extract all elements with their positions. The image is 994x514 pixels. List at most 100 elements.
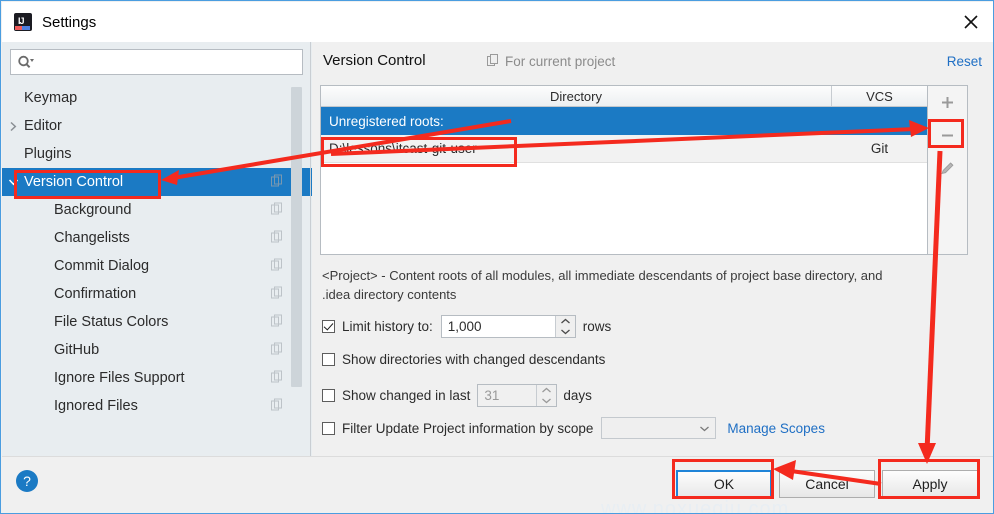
pane-divider <box>310 42 311 456</box>
settings-dialog: IJ Settings Keymap Editor Plugins Version <box>0 0 994 514</box>
sidebar-item-label: Commit Dialog <box>54 258 150 274</box>
add-mapping-button[interactable] <box>928 86 967 119</box>
sidebar-item-label: Ignore Files Support <box>54 370 185 386</box>
reset-link[interactable]: Reset <box>947 54 982 69</box>
show-changed-checkbox[interactable] <box>322 389 335 402</box>
limit-history-stepper[interactable] <box>440 315 576 338</box>
cell-vcs: Git <box>870 141 889 156</box>
apply-button[interactable]: Apply <box>882 470 978 498</box>
column-header-vcs[interactable]: VCS <box>832 86 927 106</box>
limit-history-label: Limit history to: <box>342 319 433 334</box>
description-line-2: .idea directory contents <box>322 287 457 302</box>
show-changed-suffix: days <box>563 388 592 403</box>
copy-icon <box>271 230 283 246</box>
scope-label: For current project <box>505 54 616 69</box>
sidebar-item-changelists[interactable]: Changelists <box>2 224 312 252</box>
intellij-idea-icon: IJ <box>14 13 32 31</box>
filter-update-row: Filter Update Project information by sco… <box>322 417 825 439</box>
manage-scopes-link[interactable]: Manage Scopes <box>727 421 825 436</box>
show-directories-row: Show directories with changed descendant… <box>322 352 605 367</box>
sidebar-scrollbar[interactable] <box>291 87 302 387</box>
show-directories-checkbox[interactable] <box>322 353 335 366</box>
description-text: <Project> - Content roots of all modules… <box>322 266 947 304</box>
page-title: Version Control <box>323 52 426 69</box>
ok-button[interactable]: OK <box>676 470 772 498</box>
show-changed-arrows[interactable] <box>536 385 557 407</box>
show-changed-row: Show changed in last days <box>322 384 592 407</box>
limit-history-arrows[interactable] <box>554 316 575 338</box>
limit-history-suffix: rows <box>582 319 612 334</box>
stepper-up-icon[interactable] <box>537 385 556 396</box>
stepper-up-icon[interactable] <box>556 316 575 327</box>
chevron-right-icon[interactable] <box>2 121 24 132</box>
scope-indicator: For current project <box>487 54 615 69</box>
stepper-down-icon[interactable] <box>537 396 556 407</box>
sidebar-item-label: Version Control <box>24 174 124 190</box>
sidebar-item-confirmation[interactable]: Confirmation <box>2 280 312 308</box>
sidebar-item-keymap[interactable]: Keymap <box>2 84 312 112</box>
copy-icon <box>271 202 283 218</box>
show-changed-input[interactable] <box>478 385 537 406</box>
sidebar-item-ignore-files-support[interactable]: Ignore Files Support <box>2 364 312 392</box>
settings-tree: Keymap Editor Plugins Version Control Backgr… <box>2 84 312 456</box>
sidebar-item-label: Keymap <box>24 90 78 106</box>
sidebar-item-ignored-files[interactable]: Ignored Files <box>2 392 312 420</box>
sidebar-item-file-status-colors[interactable]: File Status Colors <box>2 308 312 336</box>
copy-icon <box>271 398 283 414</box>
copy-icon <box>271 258 283 274</box>
limit-history-input[interactable] <box>441 316 555 337</box>
table-header: Directory VCS <box>321 86 927 107</box>
chevron-down-icon[interactable] <box>2 178 24 187</box>
watermark: www.noxueqiu.com <box>601 498 790 514</box>
sidebar-item-label: File Status Colors <box>54 314 169 330</box>
table-row[interactable]: D:\lessons\itcast-git-user Git <box>321 135 927 163</box>
sidebar-item-label: Plugins <box>24 146 72 162</box>
copy-icon <box>487 54 499 69</box>
settings-sidebar: Keymap Editor Plugins Version Control Backgr… <box>2 42 312 456</box>
remove-mapping-button[interactable] <box>928 119 967 152</box>
table-toolbar <box>928 85 968 255</box>
close-icon[interactable] <box>948 2 993 42</box>
limit-history-checkbox[interactable] <box>322 320 335 333</box>
table-group-row[interactable]: Unregistered roots: <box>321 107 927 135</box>
version-control-panel: Version Control For current project Rese… <box>312 42 993 456</box>
sidebar-item-github[interactable]: GitHub <box>2 336 312 364</box>
filter-update-checkbox[interactable] <box>322 421 335 435</box>
sidebar-item-commit-dialog[interactable]: Commit Dialog <box>2 252 312 280</box>
show-changed-label: Show changed in last <box>342 388 471 403</box>
search-input[interactable] <box>34 50 302 74</box>
directory-mappings-table: Directory VCS Unregistered roots: D:\less… <box>320 85 928 255</box>
search-icon <box>17 55 34 70</box>
window-title: Settings <box>42 13 97 31</box>
copy-icon <box>271 342 283 358</box>
sidebar-item-label: Ignored Files <box>54 398 138 414</box>
cell-directory: D:\lessons\itcast-git-user <box>329 141 477 156</box>
chevron-down-icon <box>693 425 715 432</box>
copy-icon <box>271 174 283 190</box>
sidebar-item-label: Editor <box>24 118 62 134</box>
copy-icon <box>271 370 283 386</box>
show-directories-label: Show directories with changed descendant… <box>342 352 606 367</box>
title-bar: IJ Settings <box>2 2 993 42</box>
copy-icon <box>271 286 283 302</box>
edit-pencil-icon[interactable] <box>928 152 967 185</box>
sidebar-item-label: Changelists <box>54 230 130 246</box>
help-icon[interactable]: ? <box>16 470 38 492</box>
column-header-directory[interactable]: Directory <box>321 86 832 106</box>
scope-select[interactable] <box>601 417 717 439</box>
stepper-down-icon[interactable] <box>556 327 575 338</box>
sidebar-item-label: GitHub <box>54 342 100 358</box>
sidebar-item-plugins[interactable]: Plugins <box>2 140 312 168</box>
sidebar-item-editor[interactable]: Editor <box>2 112 312 140</box>
sidebar-item-label: Confirmation <box>54 286 137 302</box>
description-line-1: <Project> - Content roots of all modules… <box>322 268 883 283</box>
show-changed-stepper[interactable] <box>477 384 558 407</box>
limit-history-row: Limit history to: rows <box>322 315 611 338</box>
search-field[interactable] <box>10 49 303 75</box>
sidebar-item-background[interactable]: Background <box>2 196 312 224</box>
cancel-button[interactable]: Cancel <box>779 470 875 498</box>
sidebar-item-label: Background <box>54 202 132 218</box>
sidebar-item-version-control[interactable]: Version Control <box>2 168 312 196</box>
cell-directory: Unregistered roots: <box>329 113 444 129</box>
copy-icon <box>271 314 283 330</box>
